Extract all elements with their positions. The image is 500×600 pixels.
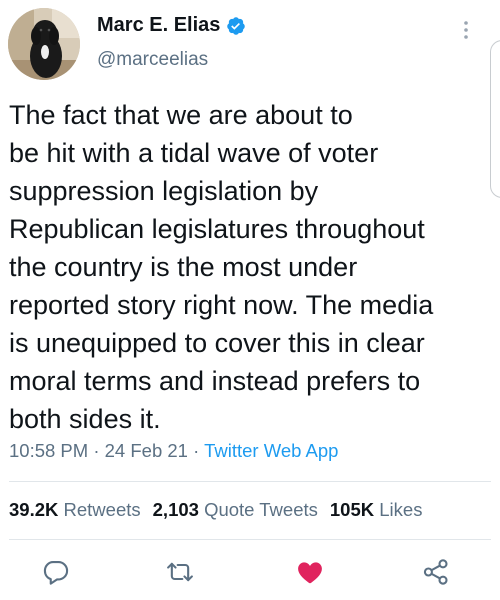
likes-count: 105K — [329, 499, 375, 520]
quote-tweets-label: Quote Tweets — [204, 499, 318, 520]
avatar[interactable] — [8, 8, 80, 80]
likes-label: Likes — [379, 499, 423, 520]
quote-tweets-count: 2,103 — [152, 499, 199, 520]
more-vertical-icon[interactable] — [458, 18, 474, 42]
tweet-card: Marc E. Elias @marceelias The fact that … — [0, 0, 500, 600]
quote-tweets-stat[interactable]: 2,103 Quote Tweets — [153, 499, 318, 520]
divider — [9, 539, 491, 540]
author-name-row: Marc E. Elias — [97, 14, 246, 37]
tweet-stats: 39.2K Retweets 2,103 Quote Tweets 105K Lik… — [9, 499, 422, 521]
author-handle[interactable]: @marceelias — [97, 49, 208, 71]
meta-separator: · — [88, 440, 105, 461]
tweet-meta: 10:58 PM · 24 Feb 21 · Twitter Web App — [9, 440, 338, 462]
retweets-count: 39.2K — [9, 499, 59, 520]
retweets-label: Retweets — [63, 499, 141, 520]
tweet-time[interactable]: 10:58 PM — [9, 440, 88, 461]
divider — [9, 481, 491, 482]
reply-icon[interactable] — [42, 558, 70, 586]
meta-separator: · — [187, 440, 205, 461]
heart-icon[interactable] — [296, 558, 324, 586]
retweet-icon[interactable] — [166, 558, 194, 586]
likes-stat[interactable]: 105K Likes — [330, 499, 423, 520]
share-icon[interactable] — [422, 558, 450, 586]
tweet-text: The fact that we are about to be hit wit… — [9, 100, 434, 434]
verified-badge-icon — [226, 16, 246, 36]
retweets-stat[interactable]: 39.2K Retweets — [9, 499, 141, 520]
tweet-source-link[interactable]: Twitter Web App — [204, 440, 338, 461]
scrollbar[interactable] — [490, 40, 500, 198]
author-display-name[interactable]: Marc E. Elias — [97, 14, 220, 37]
tweet-date[interactable]: 24 Feb 21 — [105, 440, 188, 461]
tweet-actions — [0, 552, 500, 592]
